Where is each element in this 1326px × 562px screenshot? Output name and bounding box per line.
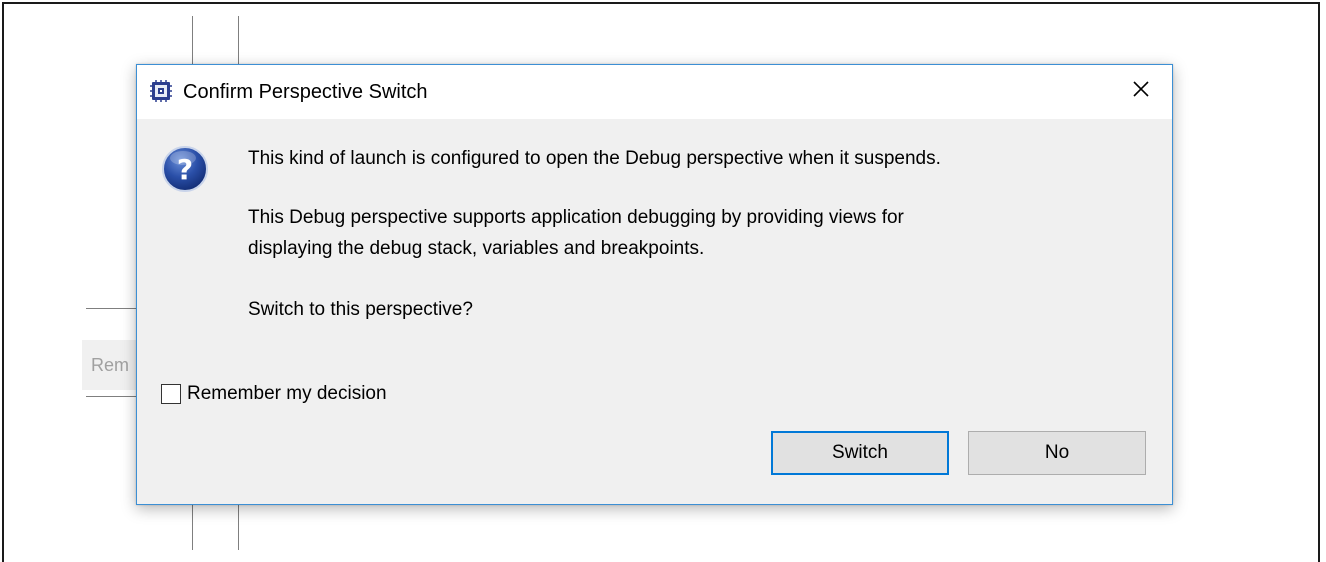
dialog-title: Confirm Perspective Switch [183,81,428,103]
remember-decision-label: Remember my decision [187,383,387,404]
background-divider-vertical [238,16,239,66]
background-divider-vertical [238,504,239,550]
no-button[interactable]: No [968,431,1146,475]
switch-button[interactable]: Switch [771,431,949,475]
svg-text:?: ? [177,153,193,186]
message-line: This Debug perspective supports applicat… [248,207,904,228]
eclipse-app-icon [150,80,172,102]
background-divider-horizontal [86,396,138,397]
dialog-titlebar: Confirm Perspective Switch [137,65,1172,119]
question-mark-icon: ? [161,145,209,193]
close-icon [1132,80,1150,103]
remember-decision-option[interactable]: Remember my decision [161,380,387,408]
confirm-perspective-switch-dialog: Confirm Perspective Switch ? This kind o… [136,64,1173,505]
background-divider-vertical [192,504,193,550]
background-divider-vertical [192,16,193,66]
message-line: displaying the debug stack, variables an… [248,238,705,259]
message-line: This kind of launch is configured to ope… [248,148,941,169]
switch-prompt: Switch to this perspective? [248,299,473,320]
remember-decision-checkbox[interactable] [161,384,181,404]
background-divider-horizontal [86,308,138,309]
close-button[interactable] [1110,65,1172,117]
